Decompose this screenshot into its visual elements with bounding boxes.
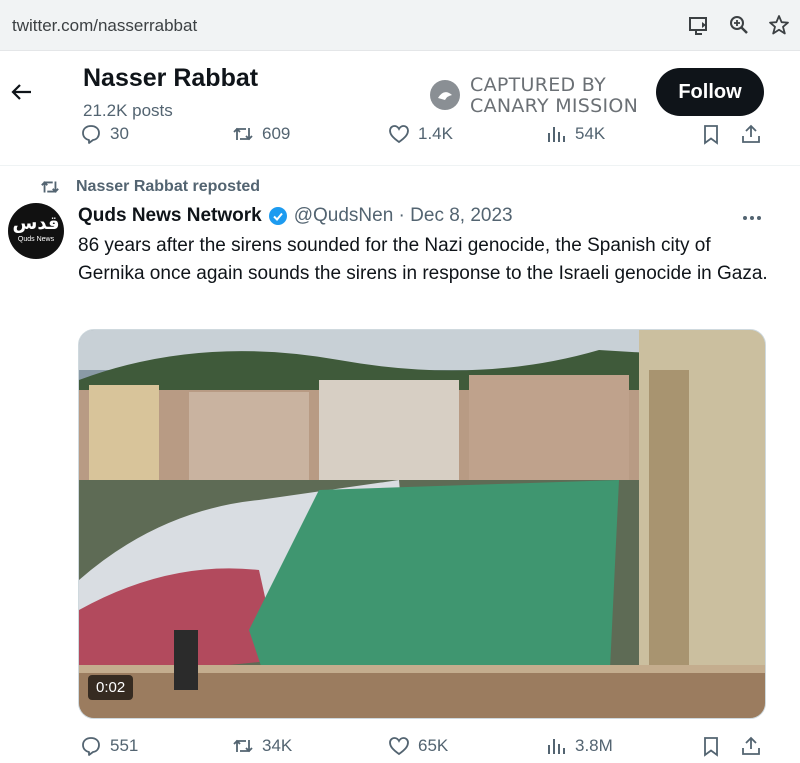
zoom-icon[interactable] bbox=[728, 14, 750, 36]
author-avatar[interactable]: قدس Quds News bbox=[8, 203, 64, 259]
repost-label[interactable]: Nasser Rabbat reposted bbox=[76, 178, 260, 196]
top-action-row: 30 609 1.4K 54K bbox=[0, 123, 800, 151]
watermark-line2: CANARY MISSION bbox=[470, 95, 639, 117]
like-action[interactable]: 65K bbox=[388, 735, 448, 757]
author-name[interactable]: Quds News Network bbox=[78, 205, 262, 227]
repost-count: 609 bbox=[262, 124, 291, 143]
verified-icon bbox=[268, 207, 287, 225]
reply-action[interactable]: 30 bbox=[80, 123, 129, 145]
reply-icon bbox=[82, 737, 100, 756]
avatar-arabic-text: قدس bbox=[12, 213, 60, 233]
like-action[interactable]: 1.4K bbox=[388, 123, 453, 145]
share-action[interactable] bbox=[740, 123, 762, 145]
follow-button[interactable]: Follow bbox=[656, 68, 764, 116]
bottom-action-row: 551 34K 65K 3.8M bbox=[0, 735, 800, 763]
tweet-header: Quds News Network @QudsNen · Dec 8, 2023 bbox=[78, 205, 513, 227]
back-arrow-icon[interactable] bbox=[10, 80, 34, 104]
share-action[interactable] bbox=[740, 735, 762, 757]
share-icon bbox=[742, 736, 760, 755]
views-action[interactable]: 3.8M bbox=[545, 735, 613, 757]
browser-toolbar bbox=[688, 14, 790, 36]
share-icon bbox=[742, 124, 760, 143]
views-action[interactable]: 54K bbox=[545, 123, 605, 145]
tweet-divider bbox=[0, 165, 800, 166]
like-icon bbox=[389, 737, 409, 756]
bookmark-action[interactable] bbox=[700, 735, 722, 757]
watermark-line1: CAPTURED BY bbox=[470, 74, 607, 96]
url-text[interactable]: twitter.com/nasserrabbat bbox=[12, 16, 197, 36]
views-icon bbox=[548, 127, 565, 142]
browser-url-bar[interactable]: twitter.com/nasserrabbat bbox=[0, 0, 800, 51]
avatar-subtext: Quds News bbox=[17, 236, 55, 243]
like-count: 65K bbox=[418, 736, 449, 755]
author-handle-date[interactable]: @QudsNen · Dec 8, 2023 bbox=[294, 205, 513, 227]
watermark-logo-icon bbox=[430, 80, 460, 110]
cast-icon[interactable] bbox=[688, 14, 710, 36]
repost-icon bbox=[41, 181, 59, 193]
repost-count: 34K bbox=[262, 736, 293, 755]
profile-name: Nasser Rabbat bbox=[83, 64, 259, 92]
canary-mission-watermark: CAPTURED BY CANARY MISSION bbox=[430, 74, 650, 118]
repost-icon bbox=[233, 127, 253, 141]
reply-icon bbox=[82, 125, 100, 144]
reply-count: 551 bbox=[110, 736, 139, 755]
star-icon[interactable] bbox=[768, 14, 790, 36]
bookmark-icon bbox=[704, 737, 718, 757]
like-count: 1.4K bbox=[418, 124, 453, 143]
bookmark-icon bbox=[704, 125, 718, 145]
views-icon bbox=[548, 739, 565, 754]
views-count: 3.8M bbox=[575, 736, 613, 755]
repost-indicator: Nasser Rabbat reposted bbox=[40, 177, 260, 197]
video-duration: 0:02 bbox=[88, 675, 134, 700]
repost-icon bbox=[233, 739, 253, 753]
repost-action[interactable]: 34K bbox=[232, 735, 292, 757]
posts-count: 21.2K posts bbox=[83, 101, 173, 120]
like-icon bbox=[389, 125, 409, 144]
more-icon[interactable] bbox=[740, 207, 764, 229]
reply-count: 30 bbox=[110, 124, 129, 143]
bookmark-action[interactable] bbox=[700, 123, 722, 145]
views-count: 54K bbox=[575, 124, 606, 143]
reply-action[interactable]: 551 bbox=[80, 735, 138, 757]
tweet-video[interactable] bbox=[78, 329, 766, 719]
repost-action[interactable]: 609 bbox=[232, 123, 290, 145]
tweet-text: 86 years after the sirens sounded for th… bbox=[78, 235, 768, 284]
